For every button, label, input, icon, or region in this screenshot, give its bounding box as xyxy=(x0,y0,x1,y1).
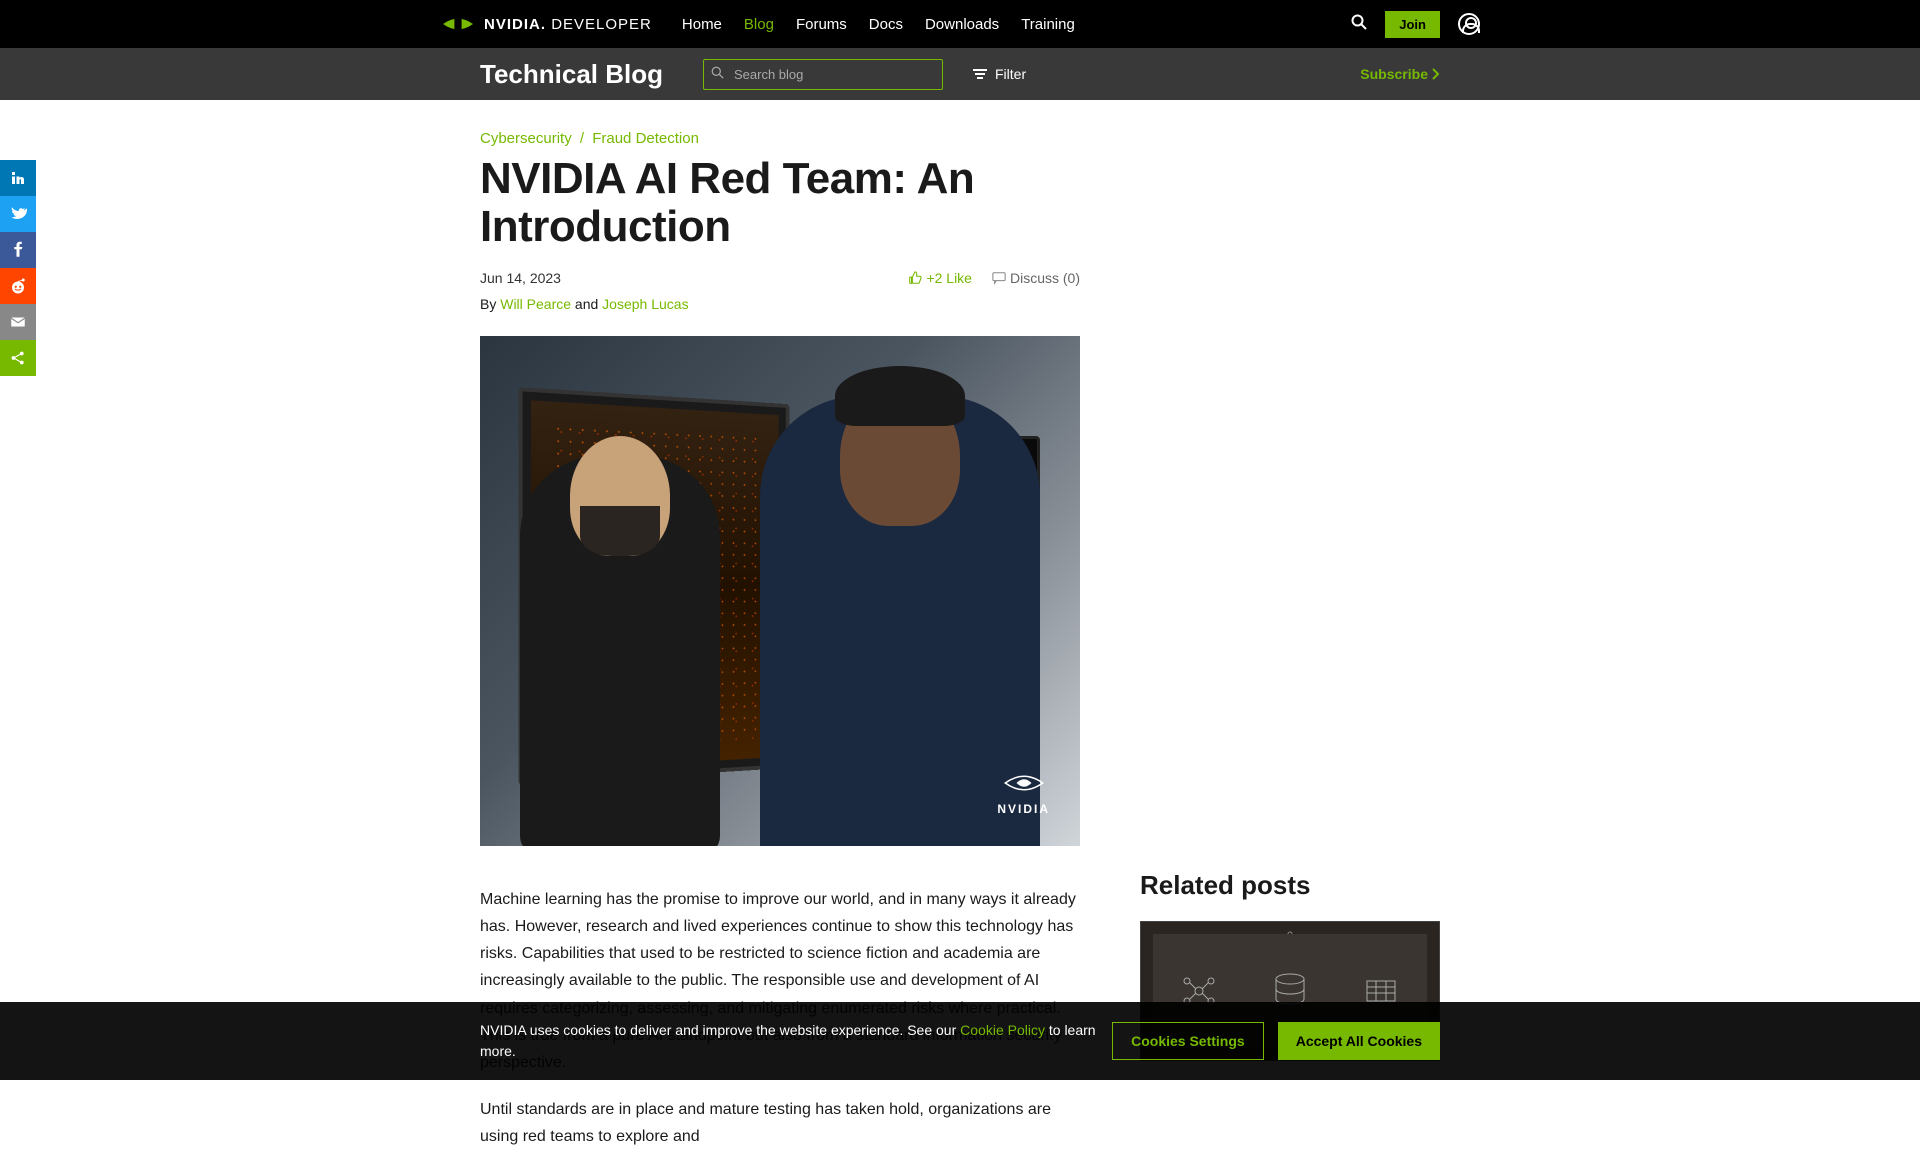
paragraph: Until standards are in place and mature … xyxy=(480,1096,1080,1150)
facebook-icon xyxy=(9,241,27,259)
share-icon xyxy=(9,349,27,367)
related-posts-title: Related posts xyxy=(1140,870,1440,901)
hero-nvidia-logo: NVIDIA xyxy=(997,768,1050,816)
category-separator: / xyxy=(580,130,584,147)
chevron-right-icon xyxy=(1432,68,1440,80)
nvidia-eye-icon xyxy=(999,768,1049,798)
author-link-2[interactable]: Joseph Lucas xyxy=(602,296,688,312)
social-sidebar xyxy=(0,160,36,376)
blog-section-title: Technical Blog xyxy=(480,59,663,90)
join-button[interactable]: Join xyxy=(1385,11,1440,38)
linkedin-icon xyxy=(9,169,27,187)
nav-blog[interactable]: Blog xyxy=(744,16,774,33)
logo-text: NVIDIA. DEVELOPER xyxy=(484,16,652,33)
cookie-text: NVIDIA uses cookies to deliver and impro… xyxy=(480,1020,1100,1062)
nav-downloads[interactable]: Downloads xyxy=(925,16,999,33)
nav-docs[interactable]: Docs xyxy=(869,16,903,33)
category-fraud-detection[interactable]: Fraud Detection xyxy=(592,130,699,147)
share-linkedin[interactable] xyxy=(0,160,36,196)
thumbs-up-icon xyxy=(908,271,922,285)
filter-label: Filter xyxy=(995,66,1026,82)
nav-home[interactable]: Home xyxy=(682,16,722,33)
share-more[interactable] xyxy=(0,340,36,376)
search-blog-icon xyxy=(711,66,724,84)
search-blog-input[interactable] xyxy=(703,59,943,90)
filter-button[interactable]: Filter xyxy=(973,66,1026,82)
user-icon[interactable] xyxy=(1458,13,1480,35)
top-header: NVIDIA. DEVELOPER Home Blog Forums Docs … xyxy=(0,0,1920,48)
breadcrumb: Cybersecurity / Fraud Detection xyxy=(480,130,1080,147)
comment-icon xyxy=(992,271,1006,285)
page-title: NVIDIA AI Red Team: An Introduction xyxy=(480,155,1080,252)
author-link-1[interactable]: Will Pearce xyxy=(500,296,571,312)
like-button[interactable]: +2 Like xyxy=(908,270,972,286)
category-cybersecurity[interactable]: Cybersecurity xyxy=(480,130,572,147)
nvidia-logo[interactable]: NVIDIA. DEVELOPER xyxy=(440,12,652,36)
search-icon[interactable] xyxy=(1351,14,1367,35)
email-icon xyxy=(9,313,27,331)
cookie-banner: NVIDIA uses cookies to deliver and impro… xyxy=(0,1002,1920,1080)
reddit-icon xyxy=(9,277,27,295)
nav-forums[interactable]: Forums xyxy=(796,16,847,33)
share-facebook[interactable] xyxy=(0,232,36,268)
hero-image: NVIDIA xyxy=(480,336,1080,846)
search-blog-wrapper xyxy=(703,59,943,90)
discuss-button[interactable]: Discuss (0) xyxy=(992,270,1080,286)
nav-links: Home Blog Forums Docs Downloads Training xyxy=(682,16,1075,33)
filter-icon xyxy=(973,69,987,79)
nav-training[interactable]: Training xyxy=(1021,16,1075,33)
cookie-accept-button[interactable]: Accept All Cookies xyxy=(1278,1022,1440,1060)
publish-date: Jun 14, 2023 xyxy=(480,270,561,286)
cookie-policy-link[interactable]: Cookie Policy xyxy=(960,1022,1045,1038)
sub-header: Technical Blog Filter Subscribe xyxy=(0,48,1920,100)
cookie-settings-button[interactable]: Cookies Settings xyxy=(1112,1022,1264,1060)
subscribe-button[interactable]: Subscribe xyxy=(1360,66,1440,82)
meta-row: Jun 14, 2023 +2 Like Discuss (0) xyxy=(480,270,1080,286)
share-reddit[interactable] xyxy=(0,268,36,304)
authors: By Will Pearce and Joseph Lucas xyxy=(480,296,1080,312)
twitter-icon xyxy=(9,205,27,223)
share-email[interactable] xyxy=(0,304,36,340)
nvidia-eye-icon xyxy=(440,12,476,36)
share-twitter[interactable] xyxy=(0,196,36,232)
